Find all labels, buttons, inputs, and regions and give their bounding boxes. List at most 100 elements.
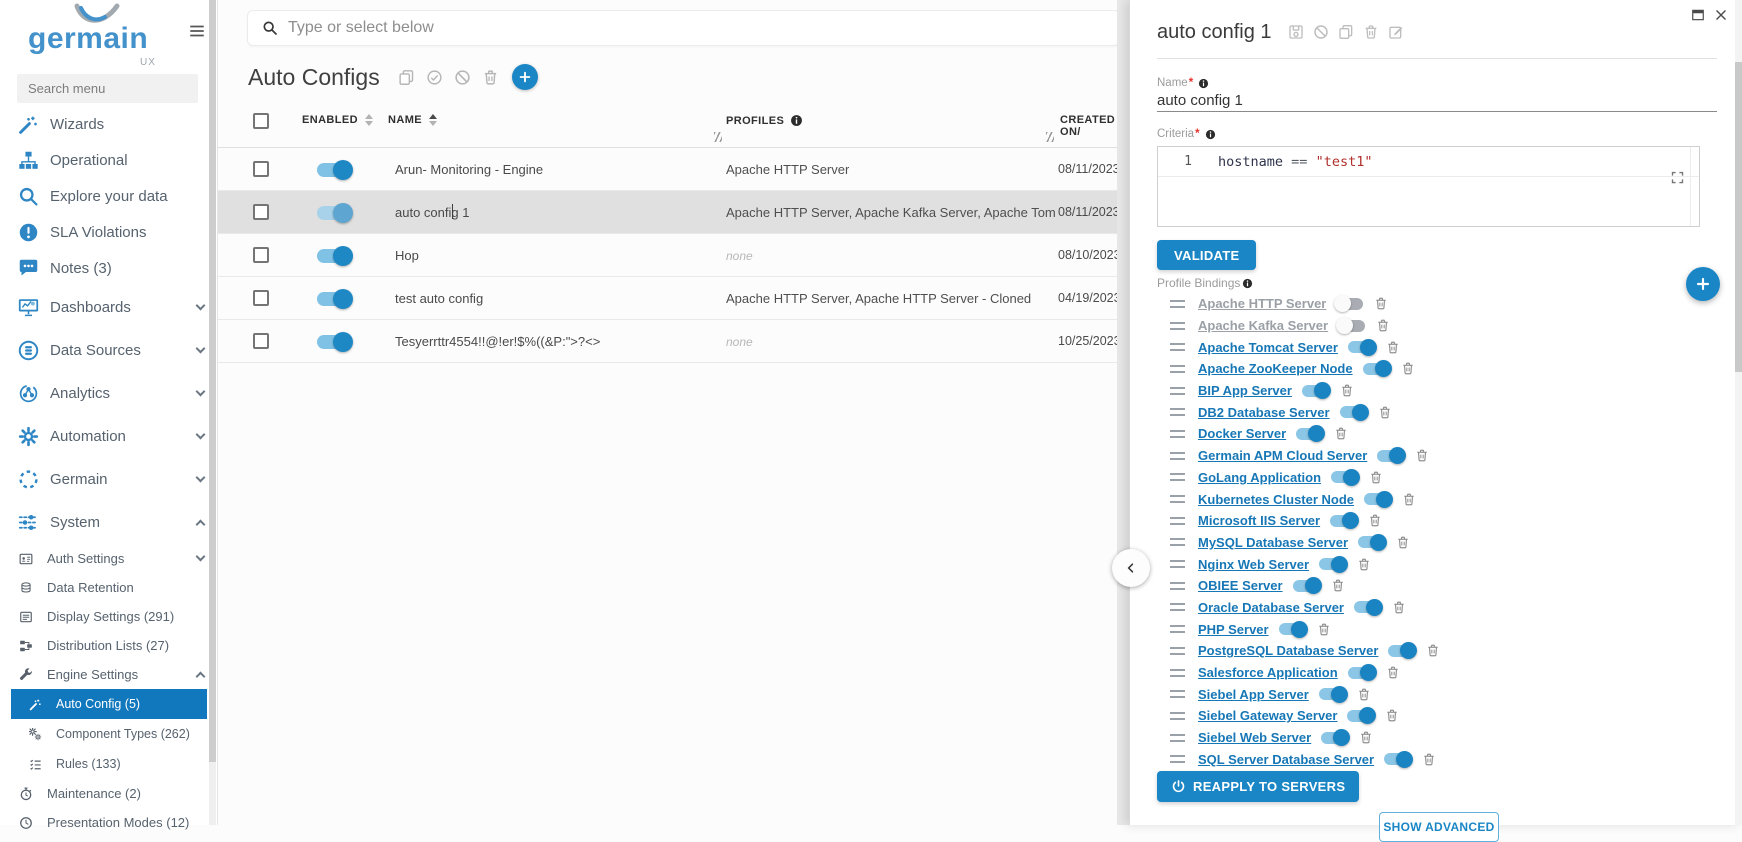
enabled-toggle[interactable]	[317, 163, 351, 177]
drag-handle-icon[interactable]	[1170, 755, 1185, 763]
binding-toggle[interactable]	[1293, 580, 1320, 592]
sidebar-item-dashboards[interactable]: Dashboards	[0, 286, 218, 329]
table-row[interactable]: Hop none 08/10/2023 02:4	[218, 234, 1129, 277]
profile-link[interactable]: Siebel Gateway Server	[1198, 708, 1337, 723]
enabled-toggle[interactable]	[317, 206, 351, 220]
profile-link[interactable]: Siebel App Server	[1198, 687, 1309, 702]
collapse-panel-button[interactable]	[1112, 549, 1150, 587]
drag-handle-icon[interactable]	[1170, 322, 1185, 330]
profile-link[interactable]: Apache Kafka Server	[1198, 318, 1328, 333]
binding-toggle[interactable]	[1331, 471, 1358, 483]
binding-toggle[interactable]	[1321, 732, 1348, 744]
column-header-enabled[interactable]: ENABLED	[302, 114, 373, 126]
sidebar-item-presentation-modes-12[interactable]: Presentation Modes (12)	[0, 808, 218, 837]
trash-icon[interactable]	[1374, 296, 1388, 311]
sidebar-item-rules-133[interactable]: Rules (133)	[0, 749, 218, 779]
info-icon[interactable]	[1242, 278, 1253, 289]
table-row[interactable]: Arun- Monitoring - Engine Apache HTTP Se…	[218, 148, 1129, 191]
profile-link[interactable]: Apache ZooKeeper Node	[1198, 361, 1353, 376]
sidebar-item-maintenance-2[interactable]: Maintenance (2)	[0, 779, 218, 808]
sidebar-item-auth-settings[interactable]: Auth Settings	[0, 544, 218, 573]
column-resize-handle[interactable]	[1046, 132, 1054, 142]
binding-toggle[interactable]	[1279, 623, 1306, 635]
sidebar-item-analytics[interactable]: Analytics	[0, 372, 218, 415]
sidebar-item-data-retention[interactable]: Data Retention	[0, 573, 218, 602]
trash-icon[interactable]	[1357, 557, 1371, 572]
info-icon[interactable]	[1205, 129, 1216, 140]
profile-link[interactable]: Microsoft IIS Server	[1198, 513, 1320, 528]
panel-scrollbar-thumb[interactable]	[1735, 62, 1742, 372]
code-line[interactable]: 1 hostname == "test1"	[1158, 147, 1699, 177]
row-checkbox[interactable]	[253, 290, 269, 306]
row-checkbox[interactable]	[253, 247, 269, 263]
ban-icon[interactable]	[454, 69, 471, 86]
drag-handle-icon[interactable]	[1170, 343, 1185, 351]
drag-handle-icon[interactable]	[1170, 430, 1185, 438]
sidebar-scrollbar-thumb[interactable]	[209, 0, 216, 762]
show-advanced-button[interactable]: SHOW ADVANCED	[1379, 812, 1499, 842]
close-icon[interactable]	[1714, 8, 1728, 22]
binding-toggle[interactable]	[1302, 385, 1329, 397]
binding-toggle[interactable]	[1348, 667, 1375, 679]
binding-toggle[interactable]	[1330, 515, 1357, 527]
binding-toggle[interactable]	[1340, 406, 1367, 418]
copy-icon[interactable]	[398, 69, 415, 86]
column-resize-handle[interactable]	[714, 132, 722, 142]
info-icon[interactable]	[1198, 78, 1209, 89]
ban-icon[interactable]	[1313, 24, 1329, 40]
profile-link[interactable]: Salesforce Application	[1198, 665, 1338, 680]
table-row[interactable]: test auto config Apache HTTP Server, Apa…	[218, 277, 1129, 320]
sort-icons[interactable]	[365, 114, 373, 126]
sidebar-item-germain[interactable]: Germain	[0, 458, 218, 501]
reapply-button[interactable]: REAPPLY TO SERVERS	[1157, 771, 1359, 802]
sidebar-item-system[interactable]: System	[0, 501, 218, 544]
trash-icon[interactable]	[1378, 405, 1392, 420]
window-icon[interactable]	[1691, 8, 1705, 22]
drag-handle-icon[interactable]	[1170, 452, 1185, 460]
drag-handle-icon[interactable]	[1170, 625, 1185, 633]
binding-toggle[interactable]	[1364, 493, 1391, 505]
trash-icon[interactable]	[1359, 730, 1373, 745]
profile-link[interactable]: MySQL Database Server	[1198, 535, 1348, 550]
binding-toggle[interactable]	[1388, 645, 1415, 657]
profile-link[interactable]: Siebel Web Server	[1198, 730, 1311, 745]
binding-toggle[interactable]	[1338, 320, 1365, 332]
sidebar-search-input[interactable]	[17, 74, 198, 103]
trash-icon[interactable]	[1385, 708, 1399, 723]
profile-link[interactable]: BIP App Server	[1198, 383, 1292, 398]
profile-link[interactable]: Docker Server	[1198, 426, 1286, 441]
sidebar-scrollbar[interactable]	[209, 0, 216, 825]
main-search-bar[interactable]	[247, 10, 1120, 46]
sidebar-item-engine-settings[interactable]: Engine Settings	[0, 660, 218, 689]
sidebar-item-explore-your-data[interactable]: Explore your data	[0, 178, 218, 214]
drag-handle-icon[interactable]	[1170, 387, 1185, 395]
fullscreen-icon[interactable]	[1670, 170, 1685, 185]
sidebar-item-auto-config-5[interactable]: Auto Config (5)	[11, 689, 207, 719]
save-icon[interactable]	[1288, 24, 1304, 40]
trash-icon[interactable]	[1386, 665, 1400, 680]
drag-handle-icon[interactable]	[1170, 538, 1185, 546]
drag-handle-icon[interactable]	[1170, 408, 1185, 416]
trash-icon[interactable]	[1334, 426, 1348, 441]
drag-handle-icon[interactable]	[1170, 495, 1185, 503]
profile-link[interactable]: GoLang Application	[1198, 470, 1321, 485]
binding-toggle[interactable]	[1319, 688, 1346, 700]
binding-toggle[interactable]	[1348, 341, 1375, 353]
profile-link[interactable]: PostgreSQL Database Server	[1198, 643, 1378, 658]
binding-toggle[interactable]	[1354, 601, 1381, 613]
drag-handle-icon[interactable]	[1170, 473, 1185, 481]
add-icon[interactable]	[512, 64, 538, 90]
drag-handle-icon[interactable]	[1170, 582, 1185, 590]
trash-icon[interactable]	[1317, 622, 1331, 637]
trash-icon[interactable]	[1396, 535, 1410, 550]
profile-link[interactable]: Oracle Database Server	[1198, 600, 1344, 615]
binding-toggle[interactable]	[1296, 428, 1323, 440]
drag-handle-icon[interactable]	[1170, 517, 1185, 525]
check-circle-icon[interactable]	[426, 69, 443, 86]
binding-toggle[interactable]	[1363, 363, 1390, 375]
sidebar-item-component-types-262[interactable]: Component Types (262)	[0, 719, 218, 749]
profile-link[interactable]: PHP Server	[1198, 622, 1269, 637]
profile-link[interactable]: Nginx Web Server	[1198, 557, 1309, 572]
hamburger-menu-icon[interactable]	[188, 22, 206, 40]
sidebar-item-wizards[interactable]: Wizards	[0, 106, 218, 142]
